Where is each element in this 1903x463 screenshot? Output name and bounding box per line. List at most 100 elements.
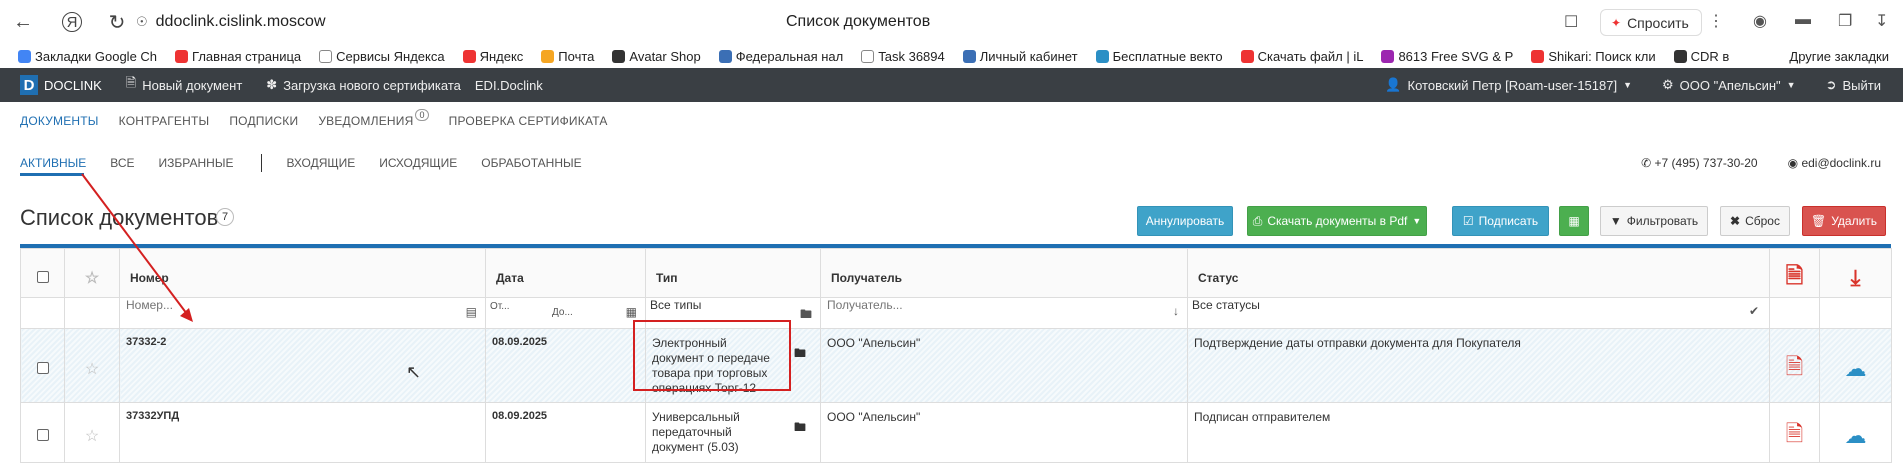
folder-icon[interactable]: 🖿 — [800, 305, 812, 326]
download-tray-icon[interactable]: ⤓ — [1851, 265, 1861, 290]
calendar-icon[interactable]: ▦ — [626, 305, 637, 319]
logo-text[interactable]: DOCLINK — [44, 78, 102, 93]
phone[interactable]: ✆ +7 (495) 737-30-20 — [1641, 156, 1757, 170]
bookmark-item[interactable]: Shikari: Поиск кли — [1531, 49, 1656, 64]
phone-icon: ✆ — [1641, 156, 1652, 170]
other-bookmarks[interactable]: Другие закладки — [1789, 49, 1889, 64]
cloud-download-icon[interactable]: ☁ — [1845, 356, 1867, 381]
tab-notifications[interactable]: УВЕДОМЛЕНИЯ 0 — [318, 109, 429, 128]
annul-label: Аннулировать — [1145, 214, 1225, 228]
bookmark-item[interactable]: Бесплатные векто — [1095, 49, 1223, 64]
mouse-cursor-icon: ↖ — [406, 362, 422, 382]
bookmark-item[interactable]: Главная страница — [175, 49, 301, 64]
subtab-processed[interactable]: ОБРАБОТАННЫЕ — [481, 156, 581, 170]
subtab-outgoing[interactable]: ИСХОДЯЩИЕ — [379, 156, 457, 170]
row-checkbox[interactable] — [36, 428, 49, 441]
download-icon[interactable]: ↧ — [1875, 11, 1888, 31]
subtab-incoming[interactable]: ВХОДЯЩИЕ — [286, 156, 355, 170]
subtab-all[interactable]: ВСЕ — [110, 156, 134, 170]
collections-icon[interactable]: ❐ — [1838, 11, 1852, 31]
ask-button[interactable]: ✦ Спросить — [1600, 9, 1702, 36]
date-from-input[interactable]: От... — [490, 301, 510, 312]
sign-button[interactable]: ☑ Подписать — [1452, 206, 1549, 236]
document-number[interactable]: 37332-2 — [126, 336, 166, 348]
profile-icon[interactable]: ▬ — [1795, 11, 1811, 29]
number-header[interactable]: Номер — [119, 248, 486, 298]
extension-icon[interactable]: ◉ — [1753, 11, 1767, 31]
reload-icon[interactable]: ↻ — [100, 5, 134, 39]
recipient-filter-input[interactable] — [827, 298, 1183, 312]
type-header[interactable]: Тип — [645, 248, 821, 298]
tab-contractors[interactable]: КОНТРАГЕНТЫ — [119, 114, 210, 128]
edi-link[interactable]: EDI.Doclink — [475, 78, 543, 93]
type-filter-select[interactable]: Все типы — [650, 298, 701, 312]
document-number[interactable]: 37332УПД — [126, 410, 179, 422]
bookmark-item[interactable]: Закладки Google Ch — [18, 49, 157, 64]
filter-button[interactable]: ▼ Фильтровать — [1600, 206, 1708, 236]
tab-cert-check[interactable]: ПРОВЕРКА СЕРТИФИКАТА — [449, 114, 608, 128]
type-filter-cell[interactable]: Все типы 🖿 — [645, 297, 821, 329]
bookmark-label: Скачать файл | iL — [1257, 48, 1364, 64]
number-filter-cell: ▤ — [119, 297, 486, 329]
reset-button[interactable]: ✖ Сброс — [1720, 206, 1790, 236]
star-icon[interactable]: ☆ — [85, 361, 99, 378]
bookmark-item[interactable]: Скачать файл | iL — [1240, 48, 1364, 64]
delete-button[interactable]: 🗑 Удалить — [1802, 206, 1886, 236]
yandex-icon[interactable]: Я — [62, 12, 82, 32]
select-all-checkbox[interactable] — [36, 270, 49, 283]
bookmark-item[interactable]: Сервисы Яндекса — [319, 49, 445, 64]
folder-icon[interactable]: 🖿 — [794, 418, 806, 439]
status-filter-cell[interactable]: Все статусы ✔ — [1187, 297, 1770, 329]
pdf-file-icon[interactable]: 🗎 — [1786, 421, 1804, 446]
tab-signatures[interactable]: ПОДПИСКИ — [229, 114, 298, 128]
download-pdf-button[interactable]: ⎙ Скачать документы в Pdf ▼ — [1247, 206, 1427, 236]
bookmark-favicon-icon — [861, 49, 875, 63]
pdf-file-icon[interactable]: 🗎 — [1786, 263, 1804, 288]
upload-cert-link[interactable]: ✽ Загрузка нового сертификата — [266, 77, 461, 93]
bookmark-item[interactable]: Яндекс — [462, 49, 523, 64]
tab-documents[interactable]: ДОКУМЕНТЫ — [20, 114, 99, 128]
date-to-input[interactable]: До... — [552, 307, 573, 318]
status-filter-select[interactable]: Все статусы — [1192, 298, 1260, 312]
user-menu[interactable]: 👤 Котовский Петр [Roam-user-15187] ▼ — [1385, 77, 1632, 93]
row-checkbox[interactable] — [36, 361, 49, 374]
bookmark-item[interactable]: Почта — [541, 49, 594, 64]
back-icon[interactable]: ← — [6, 5, 40, 39]
bookmark-label: Почта — [558, 48, 595, 64]
table-row[interactable]: ☆ 37332-2 08.09.2025 🖿 Электронный докум… — [20, 328, 1892, 403]
bookmark-item[interactable]: Avatar Shop — [612, 49, 701, 64]
bookmark-item[interactable]: 8613 Free SVG & P — [1381, 49, 1513, 64]
logout-link[interactable]: ➲ Выйти — [1826, 77, 1881, 93]
bookmark-icon[interactable]: ☐ — [1564, 12, 1578, 32]
table-row[interactable]: ☆ 37332УПД 08.09.2025 🖿 Универсальный пе… — [20, 402, 1892, 463]
bookmark-item[interactable]: Task 36894 — [861, 49, 945, 64]
cloud-download-icon[interactable]: ☁ — [1845, 423, 1867, 448]
bookmark-favicon-icon — [18, 49, 31, 63]
folder-icon[interactable]: 🖿 — [794, 344, 806, 365]
org-menu[interactable]: ⚙ ООО "Апельсин" ▼ — [1662, 77, 1796, 93]
star-icon[interactable]: ☆ — [85, 428, 99, 445]
bookmark-item[interactable]: Федеральная нал — [718, 49, 843, 64]
bookmark-item[interactable]: Личный кабинет — [962, 49, 1078, 64]
excel-export-button[interactable]: ▦ — [1559, 206, 1589, 236]
annul-button[interactable]: Аннулировать — [1137, 206, 1233, 236]
star-icon[interactable]: ☆ — [85, 270, 99, 287]
subtab-favorites[interactable]: ИЗБРАННЫЕ — [159, 156, 234, 170]
checkmark-icon[interactable]: ✔ — [1749, 304, 1759, 318]
list-icon[interactable]: ▤ — [466, 305, 477, 319]
logo-icon: D — [20, 75, 38, 95]
new-document-link[interactable]: 🗎 Новый документ — [126, 74, 243, 96]
recipient-header[interactable]: Получатель — [820, 248, 1188, 298]
address-bar[interactable]: ☉ ddoclink.cislink.moscow Список докумен… — [136, 6, 1578, 38]
row-recipient-cell: ООО "Апельсин" — [820, 328, 1188, 403]
more-icon[interactable]: ⋮ — [1708, 11, 1724, 31]
subtab-active[interactable]: АКТИВНЫЕ — [20, 156, 86, 176]
email[interactable]: ◉ edi@doclink.ru — [1788, 156, 1881, 170]
pdf-file-icon[interactable]: 🗎 — [1786, 354, 1804, 379]
bookmark-item[interactable]: CDR в — [1673, 49, 1729, 64]
active-underline — [20, 173, 84, 176]
status-header[interactable]: Статус — [1187, 248, 1770, 298]
sort-down-icon[interactable]: ↓ — [1173, 304, 1179, 318]
number-filter-input[interactable] — [126, 298, 481, 312]
date-header[interactable]: Дата — [485, 248, 646, 298]
